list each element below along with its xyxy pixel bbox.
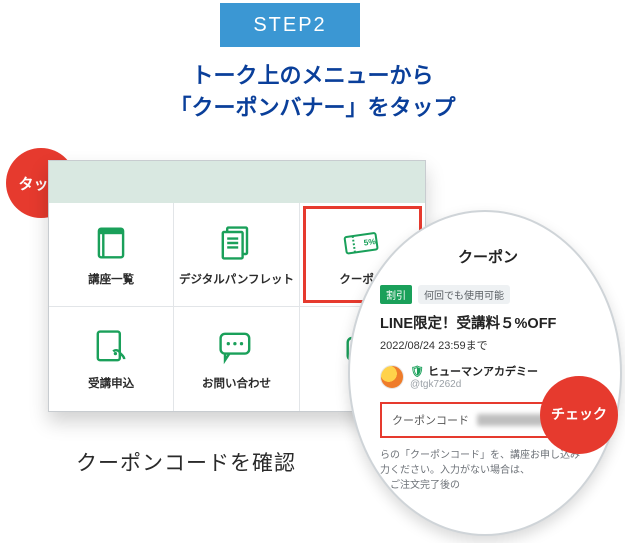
- headline-line-2: 「クーポンバナー」をタップ: [0, 92, 625, 124]
- provider-name: 🛡 ヒューマンアカデミー: [410, 363, 538, 379]
- discount-tag: 割引: [380, 285, 412, 304]
- menu-item-apply[interactable]: 受講申込: [49, 307, 174, 411]
- documents-icon: [214, 223, 258, 263]
- coupon-code-label: クーポンコード: [392, 412, 469, 428]
- menu-item-label: 受講申込: [88, 375, 134, 391]
- provider-handle: @tgk7262d: [410, 379, 538, 390]
- check-callout-badge: チェック: [540, 376, 618, 454]
- coupon-icon: 5%: [340, 223, 384, 263]
- coupon-foot-text: らの「クーポンコード」を、講座お申し込み 力ください。入力がない場合は、 。ご注…: [380, 448, 596, 493]
- coupon-foot-line3: 。ご注文完了後の: [380, 478, 596, 493]
- menu-item-pamphlet[interactable]: デジタルパンフレット: [174, 203, 299, 307]
- provider-name-text: ヒューマンアカデミー: [428, 363, 538, 379]
- reuse-tag: 何回でも使用可能: [418, 285, 510, 304]
- coupon-offer-title: LINE限定！受講料５%OFF: [380, 312, 596, 333]
- provider-logo-icon: [380, 365, 404, 389]
- coupon-expiry: 2022/08/24 23:59まで: [380, 337, 596, 353]
- coupon-header: クーポン: [380, 246, 596, 267]
- menu-panel-topbar: [49, 161, 425, 203]
- book-icon: [89, 223, 133, 263]
- headline-line-1: トーク上のメニューから: [0, 60, 625, 92]
- instruction-headline: トーク上のメニューから 「クーポンバナー」をタップ: [0, 60, 625, 124]
- shield-icon: 🛡: [410, 365, 424, 378]
- menu-item-label: 講座一覧: [88, 271, 134, 287]
- menu-item-courses[interactable]: 講座一覧: [49, 203, 174, 307]
- chat-icon: [214, 327, 258, 367]
- svg-text:5%: 5%: [364, 237, 378, 248]
- coupon-preview-bubble: クーポン 割引 何回でも使用可能 LINE限定！受講料５%OFF 2022/08…: [348, 210, 622, 536]
- coupon-tags: 割引 何回でも使用可能: [380, 285, 596, 304]
- menu-item-label: デジタルパンフレット: [179, 271, 294, 287]
- tablet-tap-icon: [89, 327, 133, 367]
- coupon-foot-line2: 力ください。入力がない場合は、: [380, 463, 596, 478]
- step-badge: STEP2: [220, 3, 360, 47]
- footer-instruction: クーポンコードを確認: [76, 447, 296, 477]
- menu-item-label: お問い合わせ: [202, 375, 271, 391]
- menu-item-contact[interactable]: お問い合わせ: [174, 307, 299, 411]
